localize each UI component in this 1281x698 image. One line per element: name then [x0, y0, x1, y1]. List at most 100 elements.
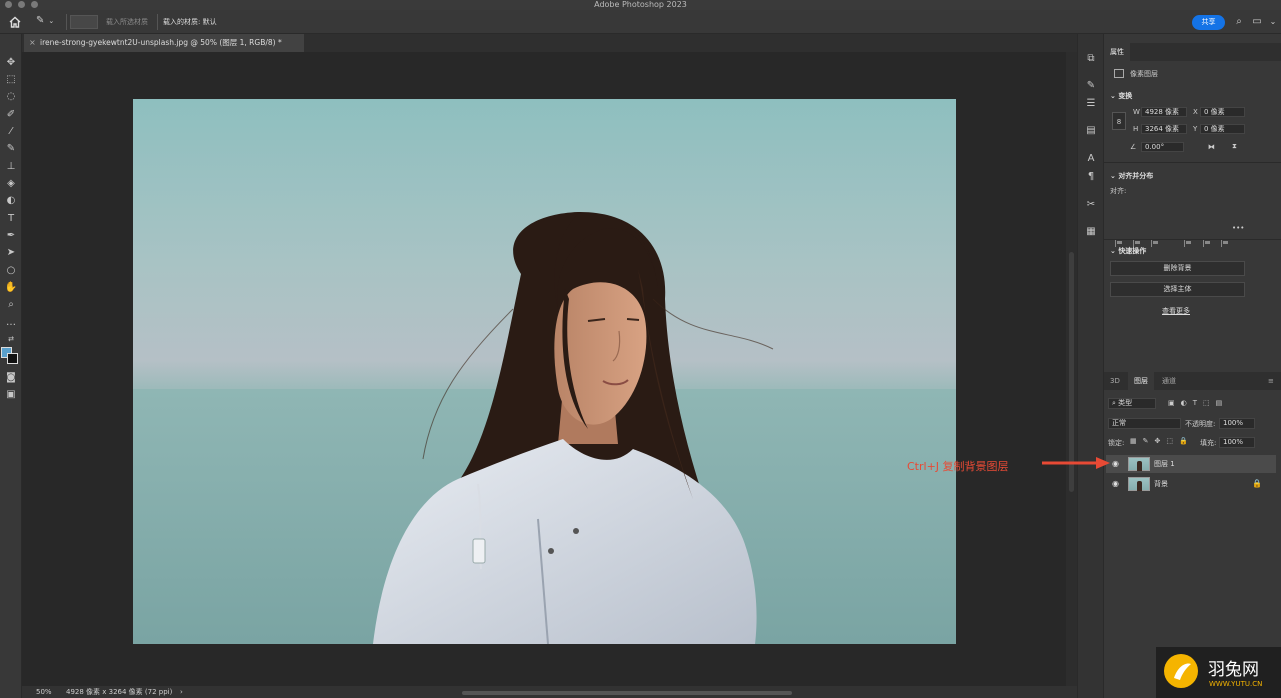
- share-button[interactable]: 共享: [1192, 15, 1225, 30]
- layer-type-label: 像素图层: [1130, 70, 1158, 78]
- title-bar: Adobe Photoshop 2023: [0, 0, 1281, 10]
- paragraph-icon[interactable]: ¶: [1084, 170, 1098, 184]
- tab-3d[interactable]: 3D: [1104, 372, 1126, 390]
- fill-field[interactable]: 100%: [1219, 437, 1255, 448]
- angle-field[interactable]: 0.00°: [1141, 142, 1184, 152]
- screen-mode-icon[interactable]: ▣: [3, 388, 19, 402]
- watermark-url: WWW.YUTU.CN: [1209, 680, 1263, 688]
- brush-tool-icon[interactable]: ✎: [3, 142, 19, 156]
- lasso-tool-icon[interactable]: ◌: [3, 90, 19, 104]
- eraser-tool-icon[interactable]: ◈: [3, 177, 19, 191]
- flip-vertical-icon[interactable]: ⧗: [1232, 142, 1237, 151]
- styles-icon[interactable]: ▤: [1084, 124, 1098, 138]
- layer-name: 图层 1: [1154, 460, 1175, 468]
- tools-icon[interactable]: ✂: [1084, 198, 1098, 212]
- watermark-name: 羽兔网: [1208, 660, 1259, 680]
- remove-background-button[interactable]: 删除背景: [1110, 261, 1245, 276]
- swap-colors-icon[interactable]: ⇄: [3, 332, 19, 346]
- search-icon[interactable]: ⌕: [1233, 16, 1245, 28]
- x-field[interactable]: 0 像素: [1200, 107, 1245, 117]
- canvas-workspace[interactable]: [22, 52, 1066, 686]
- y-label: Y: [1193, 125, 1198, 133]
- layer-filter-select[interactable]: ⌕ 类型: [1108, 398, 1156, 409]
- pen-tool-icon[interactable]: ✒: [3, 229, 19, 243]
- panel-menu-icon[interactable]: ≡: [1262, 372, 1280, 390]
- width-field[interactable]: 4928 像素: [1141, 107, 1187, 117]
- align-section-title[interactable]: ⌄ 对齐并分布: [1110, 171, 1153, 181]
- divider: [66, 14, 67, 30]
- right-panel: 属性 像素图层 ⌄ 变换 8 W 4928 像素 X 0 像素 H 3264 像…: [1104, 34, 1281, 698]
- status-bar: 50% 4928 像素 x 3264 像素 (72 ppi) ›: [22, 686, 1077, 698]
- quick-mask-icon[interactable]: ◙: [3, 371, 19, 385]
- workspace-icon[interactable]: ▭: [1251, 16, 1263, 28]
- layer-row-background[interactable]: ◉ 背景 🔒: [1106, 475, 1276, 493]
- horizontal-scroll-thumb[interactable]: [462, 691, 792, 695]
- height-field[interactable]: 3264 像素: [1141, 124, 1187, 134]
- history-icon[interactable]: ⧉: [1084, 52, 1098, 66]
- canvas-image[interactable]: [133, 99, 956, 644]
- more-tools-icon[interactable]: …: [3, 316, 19, 330]
- select-subject-button[interactable]: 选择主体: [1110, 282, 1245, 297]
- opacity-field[interactable]: 100%: [1219, 418, 1255, 429]
- document-tab-bar: × irene-strong-gyekewtnt2U-unsplash.jpg …: [22, 34, 1077, 52]
- y-field[interactable]: 0 像素: [1200, 124, 1245, 134]
- path-selection-tool-icon[interactable]: ➤: [3, 246, 19, 260]
- layer-filter-icons[interactable]: ▣◐T⬚▤: [1168, 399, 1228, 407]
- background-color-swatch[interactable]: [7, 353, 18, 364]
- adjustments-icon[interactable]: ☰: [1084, 97, 1098, 111]
- quick-selection-tool-icon[interactable]: ✐: [3, 108, 19, 122]
- transform-section-title[interactable]: ⌄ 变换: [1110, 91, 1132, 101]
- quick-actions-title: 快速操作: [1118, 247, 1147, 255]
- move-tool-icon[interactable]: ✥: [3, 56, 19, 70]
- more-options-button[interactable]: •••: [1232, 224, 1244, 232]
- watermark: 羽兔网 WWW.YUTU.CN: [1156, 647, 1281, 698]
- status-menu-arrow[interactable]: ›: [180, 686, 183, 698]
- hand-tool-icon[interactable]: ✋: [3, 281, 19, 295]
- tab-channels[interactable]: 通道: [1156, 372, 1182, 390]
- brush-settings-icon[interactable]: ✎: [1084, 79, 1098, 93]
- quick-actions-section-title[interactable]: ⌄ 快速操作: [1110, 246, 1146, 256]
- eye-icon[interactable]: ◉: [1112, 455, 1119, 473]
- character-icon[interactable]: A: [1084, 152, 1098, 166]
- zoom-level[interactable]: 50%: [36, 686, 52, 698]
- document-tab[interactable]: × irene-strong-gyekewtnt2U-unsplash.jpg …: [24, 34, 304, 52]
- annotation-text: Ctrl+J 复制背景图层: [907, 460, 1009, 473]
- tool-preset-picker[interactable]: ✎ ⌄: [36, 15, 62, 29]
- eyedropper-tool-icon[interactable]: ⁄: [3, 125, 19, 139]
- close-icon[interactable]: ×: [29, 34, 36, 52]
- lock-options-icons[interactable]: ▦✎✥⬚🔒: [1130, 437, 1194, 445]
- material-swatch[interactable]: [70, 15, 98, 29]
- eye-icon[interactable]: ◉: [1112, 475, 1119, 493]
- view-more-link[interactable]: 查看更多: [1162, 306, 1190, 316]
- tab-layers[interactable]: 图层: [1128, 372, 1154, 390]
- divider: [1104, 239, 1281, 240]
- chevron-down-icon[interactable]: ⌄: [1267, 16, 1279, 28]
- align-middle-icon[interactable]: [1203, 239, 1211, 247]
- stamp-tool-icon[interactable]: ⊥: [3, 160, 19, 174]
- tab-properties[interactable]: 属性: [1104, 43, 1130, 61]
- options-bar: ✎ ⌄ 载入所选材质 载入的材质: 默认 共享 ⌕ ▭ ⌄: [0, 10, 1281, 34]
- marquee-tool-icon[interactable]: ⬚: [3, 73, 19, 87]
- divider: [157, 14, 158, 30]
- libraries-icon[interactable]: ▦: [1084, 225, 1098, 239]
- align-right-icon[interactable]: [1151, 239, 1159, 247]
- gradient-tool-icon[interactable]: ◐: [3, 194, 19, 208]
- pixel-layer-icon: [1114, 69, 1124, 78]
- layer-thumbnail: [1128, 457, 1150, 471]
- properties-tab-bar: 属性: [1104, 43, 1281, 61]
- ellipse-tool-icon[interactable]: ○: [3, 264, 19, 278]
- type-tool-icon[interactable]: T: [3, 212, 19, 226]
- vertical-scrollbar[interactable]: [1066, 52, 1077, 686]
- layer-name: 背景: [1154, 480, 1168, 488]
- align-top-icon[interactable]: [1184, 239, 1192, 247]
- home-icon[interactable]: [8, 15, 22, 29]
- layer-row-layer1[interactable]: ◉ 图层 1: [1106, 455, 1276, 473]
- blend-mode-select[interactable]: 正常: [1108, 418, 1181, 429]
- align-bottom-icon[interactable]: [1221, 239, 1229, 247]
- link-icon[interactable]: 8: [1112, 112, 1126, 130]
- opacity-label: 不透明度:: [1185, 420, 1216, 428]
- load-selected-material-button[interactable]: 载入所选材质: [106, 16, 148, 28]
- document-info: 4928 像素 x 3264 像素 (72 ppi): [66, 688, 173, 696]
- flip-horizontal-icon[interactable]: ⧓: [1208, 143, 1215, 151]
- zoom-tool-icon[interactable]: ⌕: [3, 298, 19, 312]
